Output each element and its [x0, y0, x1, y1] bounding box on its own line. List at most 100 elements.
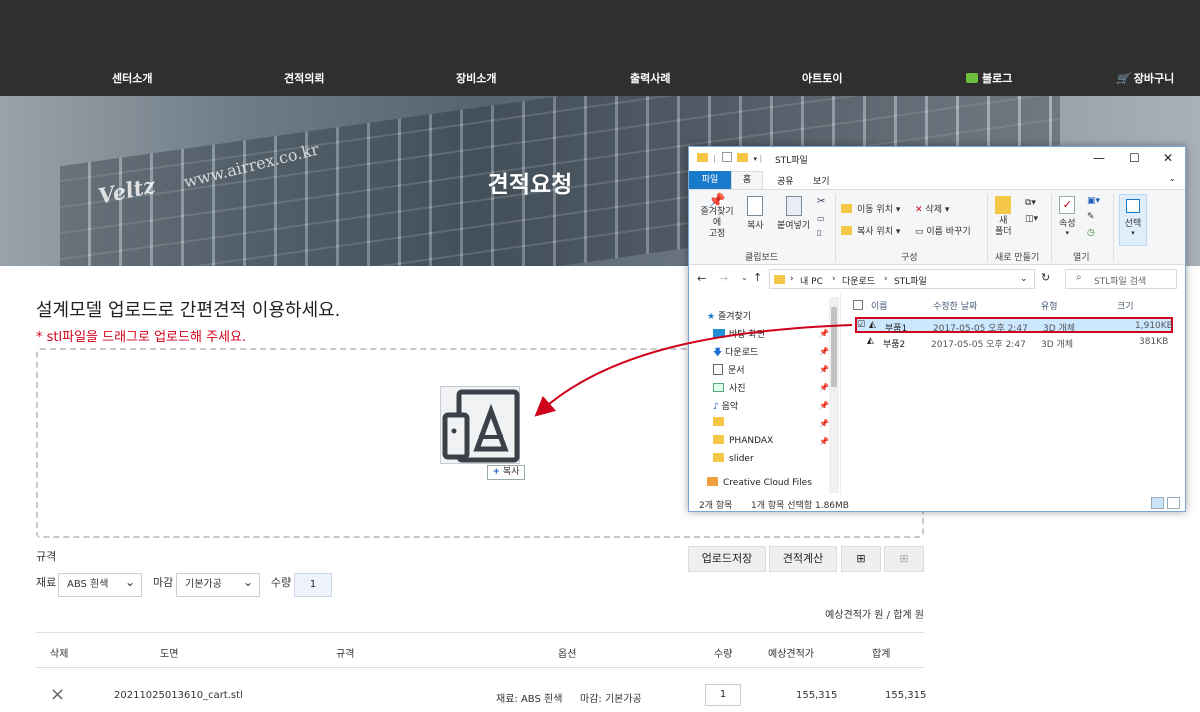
rename-button[interactable]: ▭ 이름 바꾸기 — [915, 224, 971, 237]
refresh-icon[interactable]: ↻ — [1041, 271, 1050, 284]
explorer-status-bar: 2개 항목 1개 항목 선택함 1.86MB — [689, 495, 1185, 512]
header-quantity: 수량 — [714, 649, 733, 660]
file-size: 381KB — [1139, 337, 1169, 347]
finish-select[interactable]: 기본가공 — [176, 571, 260, 597]
details-view-icon[interactable] — [1151, 497, 1164, 509]
pin-quick-access-button[interactable]: 📌 즐겨찾기에 고정 — [697, 194, 737, 240]
select-dropdown-icon: ▾ — [1131, 229, 1135, 237]
back-arrow-icon[interactable]: ← — [697, 272, 706, 285]
plus-icon: + — [492, 467, 501, 477]
nav-label: 즐겨찾기 — [717, 312, 752, 322]
folder-icon — [713, 417, 724, 426]
nav-item-cart[interactable]: 🛒 장바구니 — [1116, 70, 1174, 86]
properties-icon[interactable] — [721, 152, 732, 162]
grid-view-button[interactable]: ⊞ — [841, 546, 881, 572]
breadcrumb-stl-folder[interactable]: STL파일 — [894, 274, 927, 287]
tab-file[interactable]: 파일 — [689, 171, 731, 189]
nav-folder-phandax[interactable]: PHANDAX — [713, 435, 773, 446]
nav-downloads[interactable]: 🡇 다운로드 — [713, 345, 758, 361]
upload-hint: * stl파일을 드래그로 업로드해 주세요. — [36, 330, 247, 345]
nav-item-art-toy[interactable]: 아트토이 — [802, 70, 842, 86]
quantity-input[interactable]: 1 — [294, 573, 332, 597]
column-name[interactable]: 이름 — [871, 299, 888, 312]
star-icon: ★ — [707, 312, 716, 322]
maximize-icon[interactable]: ☐ — [1129, 151, 1140, 165]
copy-button[interactable]: 복사 — [747, 196, 764, 231]
nav-music[interactable]: ♪ 음악 — [713, 399, 738, 412]
nav-scrollbar[interactable] — [829, 297, 839, 493]
nav-creative-cloud[interactable]: Creative Cloud Files — [707, 477, 812, 488]
ribbon-separator — [1113, 194, 1114, 262]
ribbon-tabs: 공유 보기 ⌄ — [689, 171, 1185, 189]
file-size: 1,910KB — [1135, 321, 1173, 331]
select-all-checkbox[interactable] — [853, 300, 863, 310]
large-icons-view-icon[interactable] — [1167, 497, 1180, 509]
dragged-3d-file-icon[interactable] — [440, 386, 520, 464]
file-row[interactable]: ◭ 부품2 2017-05-05 오후 2:47 3D 개체 381KB — [855, 335, 1173, 351]
paste-shortcut-icon[interactable]: ▯ — [817, 228, 821, 237]
file-row-selected[interactable]: ☑ ◭ 부품1 2017-05-05 오후 2:47 3D 개체 1,910KB — [855, 317, 1173, 334]
nav-pictures[interactable]: 사진 — [713, 381, 746, 394]
copy-label: 복사 — [747, 221, 764, 231]
nav-documents[interactable]: 문서 — [713, 363, 745, 376]
paste-button[interactable]: 붙여넣기 — [777, 196, 810, 231]
address-bar[interactable]: › 내 PC › 다운로드 › STL파일 ⌄ — [769, 269, 1035, 289]
list-view-button[interactable]: ⊞ — [884, 546, 924, 572]
nav-item-output-cases[interactable]: 출력사례 — [630, 70, 670, 86]
open-icon[interactable]: ▣▾ — [1087, 196, 1100, 206]
ribbon-separator — [987, 194, 988, 262]
scrollbar-thumb[interactable] — [831, 307, 837, 387]
column-date-modified[interactable]: 수정한 날짜 — [933, 299, 977, 312]
nav-item-blog[interactable]: 블로그 — [966, 70, 1012, 86]
edit-icon[interactable]: ✎ — [1087, 212, 1095, 222]
address-dropdown-icon[interactable]: ⌄ — [1020, 274, 1028, 284]
tab-view[interactable]: 보기 — [813, 174, 830, 187]
copy-path-icon[interactable]: ▭ — [817, 214, 825, 223]
new-folder-label: 새 폴더 — [995, 216, 1012, 237]
rename-label: 이름 바꾸기 — [926, 227, 971, 237]
nav-quick-access[interactable]: ★ 즐겨찾기 — [707, 309, 751, 322]
tab-home[interactable]: 홈 — [731, 171, 763, 190]
select-button[interactable]: 선택 ▾ — [1119, 194, 1147, 246]
tab-share[interactable]: 공유 — [777, 174, 794, 187]
select-label: 선택 — [1124, 219, 1142, 229]
search-input[interactable]: ⌕ STL파일 검색 — [1065, 269, 1177, 289]
row-quantity-input[interactable]: 1 — [705, 684, 741, 706]
history-icon[interactable]: ◷ — [1087, 228, 1095, 238]
material-select[interactable]: ABS 흰색 — [58, 571, 142, 597]
forward-arrow-icon[interactable]: → — [719, 272, 728, 285]
breadcrumb-downloads[interactable]: 다운로드 — [842, 274, 875, 287]
blog-label: 블로그 — [982, 72, 1013, 85]
ribbon-expand-icon[interactable]: ⌄ — [1169, 174, 1176, 183]
copy-to-button[interactable]: 복사 위치 ▾ — [841, 224, 900, 237]
breadcrumb-this-pc[interactable]: 내 PC — [800, 274, 823, 287]
nav-item-quote-request[interactable]: 견적의뢰 — [284, 70, 324, 86]
column-size[interactable]: 크기 — [1117, 299, 1134, 312]
quote-calc-button[interactable]: 견적계산 — [769, 546, 837, 572]
upload-save-button[interactable]: 업로드저장 — [688, 546, 766, 572]
nav-folder-unnamed[interactable] — [713, 417, 729, 428]
nav-folder-slider[interactable]: slider — [713, 453, 754, 464]
nav-item-center-intro[interactable]: 센터소개 — [112, 70, 152, 86]
music-note-icon: ♪ — [713, 402, 719, 412]
column-type[interactable]: 유형 — [1041, 299, 1058, 312]
move-to-button[interactable]: 이동 위치 ▾ — [841, 202, 900, 215]
cut-icon[interactable]: ✂ — [817, 196, 825, 207]
row-checkbox-checked[interactable]: ☑ — [857, 320, 865, 330]
new-folder-button[interactable]: 새 폴더 — [995, 196, 1012, 238]
move-to-label: 이동 위치 — [857, 205, 893, 215]
close-icon[interactable]: ✕ — [1163, 151, 1173, 165]
new-folder-icon[interactable] — [737, 153, 749, 162]
organize-group-label: 구성 — [901, 253, 918, 263]
nav-desktop[interactable]: 바탕 화면 — [713, 327, 765, 340]
nav-label: 사진 — [729, 384, 746, 394]
recent-locations-icon[interactable]: ⌄ — [741, 273, 748, 282]
easy-access-icon[interactable]: ◫▾ — [1025, 214, 1038, 224]
delete-button[interactable]: ✕ 삭제 ▾ — [915, 202, 949, 215]
nav-item-equipment[interactable]: 장비소개 — [456, 70, 496, 86]
properties-button[interactable]: ✓ 속성 ▾ — [1059, 196, 1076, 237]
up-arrow-icon[interactable]: ↑ — [753, 271, 762, 284]
new-item-icon[interactable]: ⧉▾ — [1025, 198, 1036, 208]
minimize-icon[interactable]: — — [1093, 151, 1105, 165]
delete-row-icon[interactable]: × — [50, 684, 65, 705]
